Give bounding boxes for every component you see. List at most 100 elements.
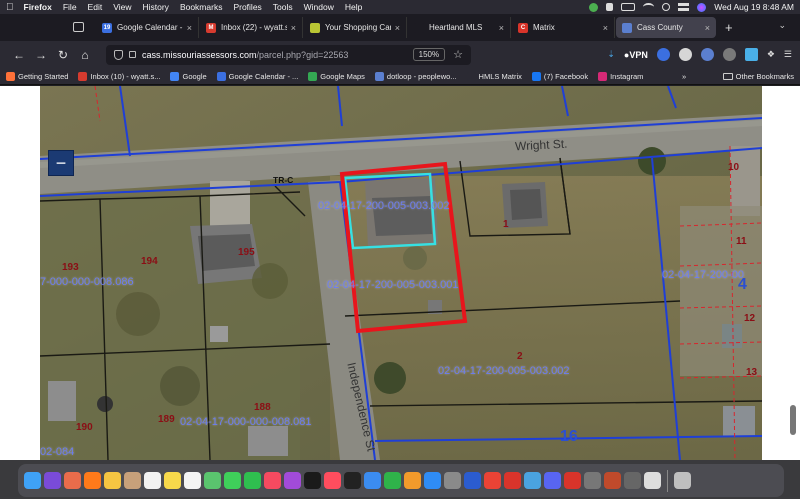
map-zoom-out-button[interactable]: − (48, 150, 74, 176)
menu-edit[interactable]: Edit (88, 2, 103, 12)
forward-arrow-icon[interactable]: → (30, 48, 52, 62)
tab-close-icon[interactable]: × (395, 23, 400, 33)
control-center-icon[interactable] (678, 3, 690, 11)
status-app-icon[interactable] (589, 2, 599, 12)
parcel-label[interactable]: 02-04-17-200-005-003.002 (438, 365, 570, 377)
bookmark-item[interactable]: Google Calendar - ... (216, 71, 298, 81)
dock-word-icon[interactable] (464, 472, 481, 489)
menu-help[interactable]: Help (345, 2, 362, 12)
siri-icon[interactable] (697, 2, 707, 12)
spotlight-icon[interactable] (662, 3, 671, 11)
zoom-indicator[interactable]: 150% (412, 48, 446, 61)
extension-icon-4[interactable] (722, 48, 736, 61)
dock-tv-icon[interactable] (304, 472, 321, 489)
dock-other6-icon[interactable] (644, 472, 661, 489)
clock[interactable]: Wed Aug 19 8:48 AM (714, 2, 794, 12)
tab-overview-icon[interactable] (73, 22, 84, 32)
dock-messages-icon[interactable] (224, 472, 241, 489)
dock-acrobat-icon[interactable] (504, 472, 521, 489)
dock-notes-icon[interactable] (164, 472, 181, 489)
dock-firefox-icon[interactable] (84, 472, 101, 489)
wifi-icon[interactable] (643, 3, 655, 11)
vpn-button[interactable]: ●VPN (624, 50, 648, 60)
menu-bookmarks[interactable]: Bookmarks (180, 2, 223, 12)
bookmark-item[interactable]: HMLS Matrix (466, 71, 522, 81)
parcel-label[interactable]: 7-000-000-008.086 (40, 276, 134, 288)
menu-history[interactable]: History (142, 2, 168, 12)
dock-system-preferences-icon[interactable] (444, 472, 461, 489)
tab-close-icon[interactable]: × (291, 23, 296, 33)
dock-music-icon[interactable] (264, 472, 281, 489)
menu-view[interactable]: View (113, 2, 131, 12)
tab-close-icon[interactable]: × (187, 23, 192, 33)
dock-other2-icon[interactable] (564, 472, 581, 489)
bookmark-star-icon[interactable]: ☆ (453, 48, 463, 61)
tab-close-icon[interactable]: × (603, 23, 608, 33)
dock-app-store-icon[interactable] (424, 472, 441, 489)
dock-launchpad-icon[interactable] (64, 472, 81, 489)
bookmark-item[interactable]: Google (170, 71, 207, 81)
shield-icon[interactable] (114, 49, 123, 60)
tab-list-chevron-icon[interactable]: ⌄ (778, 20, 786, 31)
dock-pages-icon[interactable] (404, 472, 421, 489)
browser-tab[interactable]: Cass County × (616, 17, 716, 38)
dock-numbers-icon[interactable] (384, 472, 401, 489)
tab-close-icon[interactable]: × (499, 23, 504, 33)
dock-finder-icon[interactable] (24, 472, 41, 489)
battery-icon[interactable] (621, 3, 636, 11)
other-bookmarks-folder[interactable]: Other Bookmarks (722, 72, 794, 81)
browser-tab[interactable]: Heartland MLS × (408, 17, 511, 38)
bookmark-item[interactable]: Google Maps (308, 71, 365, 81)
browser-tab[interactable]: 19 Google Calendar - W × (96, 17, 199, 38)
dock-maps-icon[interactable] (204, 472, 221, 489)
dock-contacts-icon[interactable] (124, 472, 141, 489)
browser-tab[interactable]: Your Shopping Cart × (304, 17, 407, 38)
parcel-map[interactable]: Wright St. Independence St TR-C 02-04-17… (40, 86, 762, 460)
downloads-icon[interactable]: ⇣ (607, 49, 615, 60)
bookmark-item[interactable]: Inbox (10) - wyatt.s... (78, 71, 160, 81)
extension-icon-1[interactable] (656, 48, 670, 61)
bookmark-item[interactable]: Instagram (598, 71, 643, 81)
dock-other4-icon[interactable] (604, 472, 621, 489)
dock-calendar-icon[interactable] (144, 472, 161, 489)
dock-podcasts-icon[interactable] (284, 472, 301, 489)
dock-news-icon[interactable] (324, 472, 341, 489)
dock-preview-icon[interactable] (524, 472, 541, 489)
browser-tab[interactable]: C Matrix × (512, 17, 615, 38)
parcel-label[interactable]: 02-04-17-000-000-008.081 (180, 416, 312, 428)
back-arrow-icon[interactable]: ← (8, 48, 30, 62)
tab-close-icon[interactable]: × (705, 23, 710, 33)
parcel-label[interactable]: 02-04-17-200-00 (662, 269, 744, 281)
dock-other3-icon[interactable] (584, 472, 601, 489)
home-icon[interactable]: ⌂ (74, 48, 96, 62)
dock-siri-icon[interactable] (44, 472, 61, 489)
extension-icon-2[interactable] (678, 48, 692, 61)
menu-hamburger-icon[interactable]: ☰ (784, 49, 792, 60)
dock-chrome-icon[interactable] (484, 472, 501, 489)
lock-icon[interactable] (606, 3, 614, 11)
dock-other1-icon[interactable] (544, 472, 561, 489)
url-bar[interactable]: cass.missouriassessors.com /parcel.php?g… (106, 44, 471, 65)
bookmarks-overflow-icon[interactable]: » (682, 72, 686, 81)
new-tab-button[interactable]: + (725, 20, 733, 35)
dock-keynote-icon[interactable] (364, 472, 381, 489)
apple-icon[interactable]:  (6, 2, 14, 13)
bookmark-item[interactable]: Getting Started (6, 71, 68, 81)
dock-other5-icon[interactable] (624, 472, 641, 489)
dock-trash-icon[interactable] (674, 472, 691, 489)
parcel-label[interactable]: 02-04-17-200-005-003.002 (318, 200, 450, 212)
menu-file[interactable]: File (63, 2, 77, 12)
menu-tools[interactable]: Tools (273, 2, 293, 12)
dock-facetime-icon[interactable] (244, 472, 261, 489)
dock-reminders-icon[interactable] (184, 472, 201, 489)
bookmark-item[interactable]: dotloop - peoplewo... (374, 71, 457, 81)
menu-app-name[interactable]: Firefox (24, 2, 52, 12)
parcel-label[interactable]: 02-04-17-200-005-003.001 (327, 279, 459, 291)
dock-stocks-icon[interactable] (344, 472, 361, 489)
dock-photos-icon[interactable] (104, 472, 121, 489)
menu-window[interactable]: Window (304, 2, 334, 12)
extension-icon-3[interactable] (700, 48, 714, 61)
reload-icon[interactable]: ↻ (52, 48, 74, 62)
page-scrollbar-thumb[interactable] (790, 405, 796, 435)
lock-icon[interactable] (129, 51, 136, 58)
